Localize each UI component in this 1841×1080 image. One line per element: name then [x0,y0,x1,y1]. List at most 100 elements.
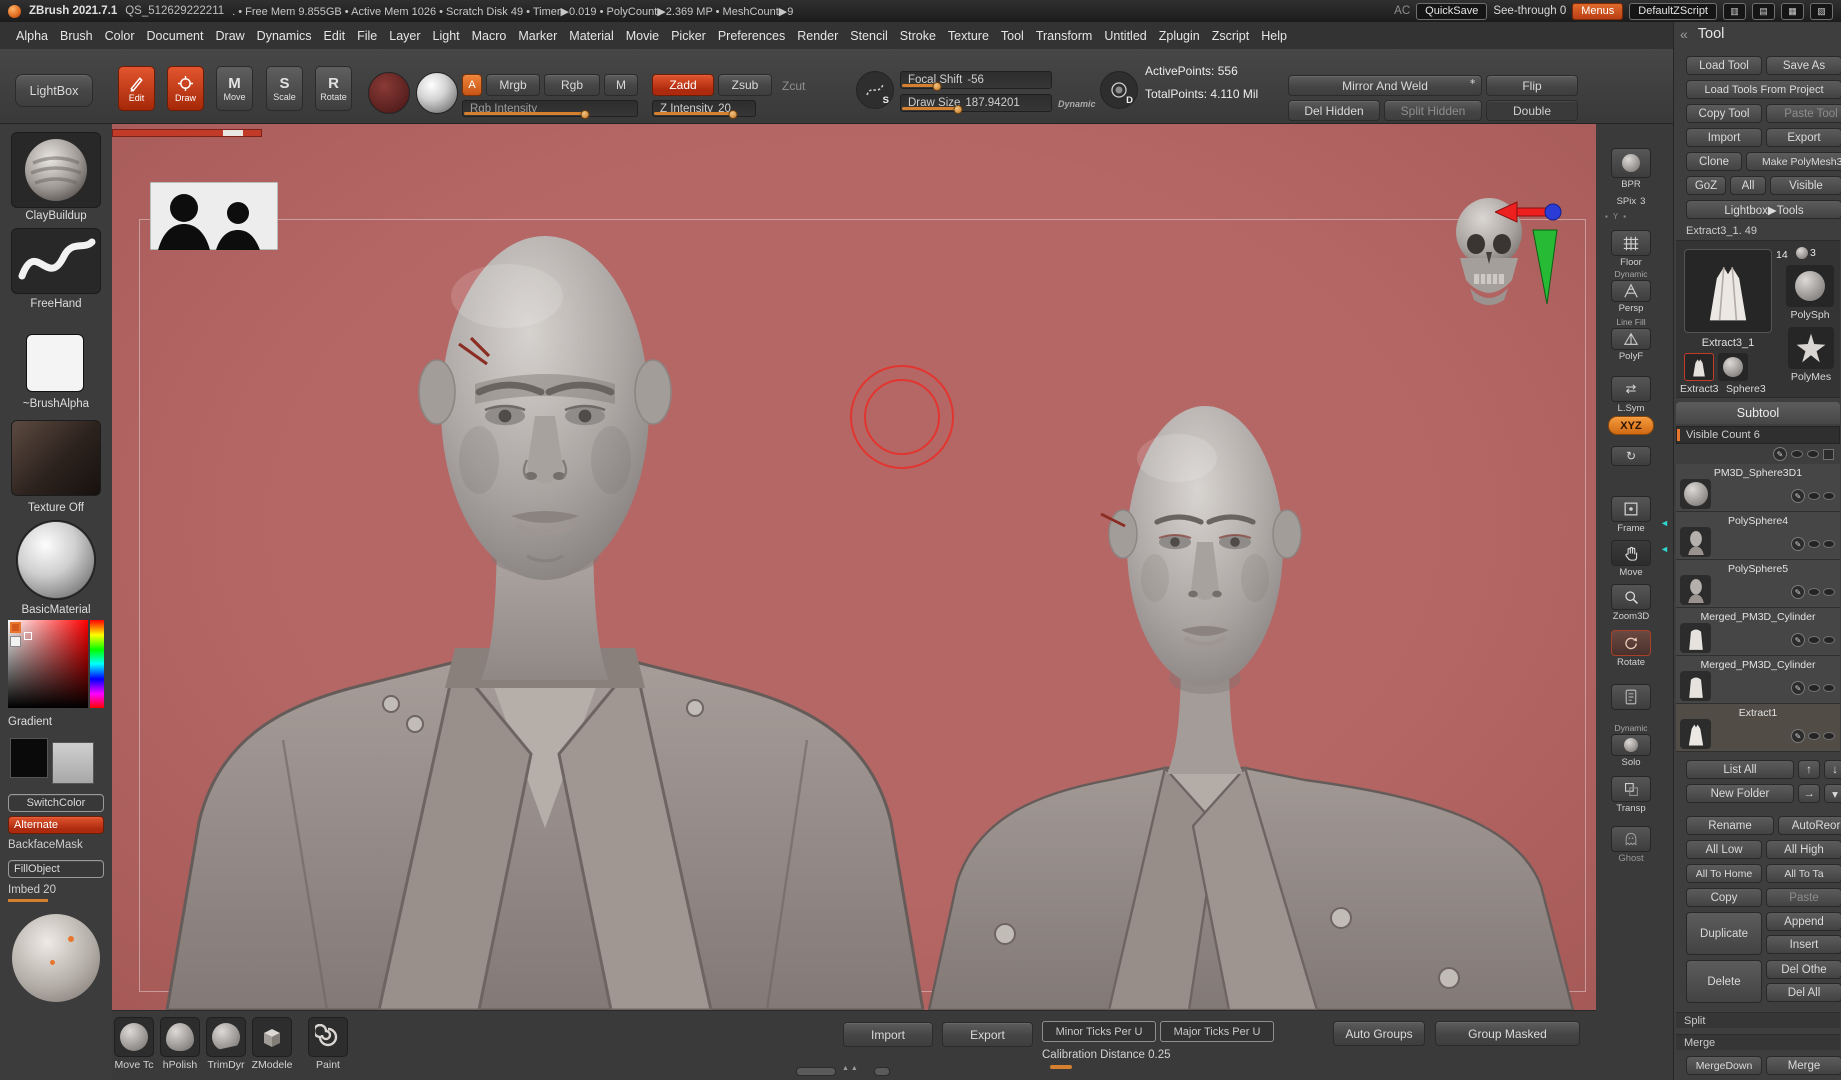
current-color-circle[interactable] [368,72,410,114]
eye2-icon[interactable] [1823,492,1835,500]
brush-thumb-hpolish[interactable] [160,1017,200,1057]
clone-button[interactable]: Clone [1686,152,1742,171]
del-hidden-button[interactable]: Del Hidden [1288,100,1380,121]
timeline-export-button[interactable]: Export [942,1022,1033,1047]
merge-button[interactable]: Merge [1766,1056,1841,1075]
menu-item[interactable]: Texture [942,26,995,46]
zcut-button[interactable]: Zcut [782,79,805,93]
solo-button[interactable]: Dynamic Solo [1605,724,1657,768]
menu-item[interactable]: Dynamics [251,26,318,46]
menu-item[interactable]: Light [427,26,466,46]
lightbox-button[interactable]: LightBox [15,74,93,107]
subtool-row[interactable]: PolySphere4 ✎ [1676,512,1840,560]
menu-item[interactable]: Help [1255,26,1293,46]
load-tools-from-project-button[interactable]: Load Tools From Project [1686,80,1841,99]
menu-item[interactable]: Picker [665,26,712,46]
ghost-button[interactable]: Ghost [1605,826,1657,864]
sculpt-viewport[interactable] [112,124,1596,1010]
subtool-row[interactable]: PM3D_Sphere3D1 ✎ [1676,464,1840,512]
zsub-button[interactable]: Zsub [718,74,772,96]
current-brush-thumbnail[interactable] [11,132,101,208]
menu-item[interactable]: Document [141,26,210,46]
all-to-target-button[interactable]: All To Ta [1766,864,1841,883]
mini-scroll-arrows-icon[interactable]: ▲▲ [842,1065,860,1072]
paint-icon[interactable]: ✎ [1791,681,1805,695]
menu-item[interactable]: Preferences [712,26,791,46]
fill-object-button[interactable]: FillObject [8,860,104,878]
paste-tool-button[interactable]: Paste Tool [1766,104,1841,123]
panel-collapse-icon[interactable]: « [1680,26,1688,42]
eye-icon[interactable] [1808,732,1820,740]
del-all-button[interactable]: Del All [1766,983,1841,1002]
paste-subtool-button[interactable]: Paste [1766,888,1841,907]
paint-icon[interactable]: ✎ [1791,633,1805,647]
mini-scrollbar-right[interactable] [874,1067,890,1076]
layout-preset-2-icon[interactable]: ▤ [1752,3,1775,20]
draw-size-slider[interactable]: Draw Size 187.94201 [900,94,1052,112]
draw-button[interactable]: Draw [167,66,204,111]
xyz-symmetry-button[interactable]: XYZ [1608,416,1654,435]
subtool-row[interactable]: PolySphere5 ✎ [1676,560,1840,608]
color-picker[interactable] [8,620,104,708]
paint-icon[interactable]: ✎ [1791,585,1805,599]
edit-button[interactable]: Edit [118,66,155,111]
z-intensity-slider[interactable]: Z Intensity 20 [652,100,756,117]
secondary-color-swatch[interactable] [52,742,94,784]
quicksave-button[interactable]: QuickSave [1416,3,1487,20]
new-folder-button[interactable]: New Folder [1686,784,1794,803]
main-color-swatch[interactable] [10,738,48,778]
menu-item[interactable]: Zplugin [1153,26,1206,46]
minor-ticks-button[interactable]: Minor Ticks Per U [1042,1021,1156,1042]
paint-icon[interactable]: ✎ [1791,729,1805,743]
copy-subtool-button[interactable]: Copy [1686,888,1762,907]
axis-gizmo[interactable] [1495,172,1565,317]
subtool-row-selected[interactable]: Extract1 ✎ [1676,704,1840,752]
folder-move-button[interactable]: → [1798,784,1820,803]
stroke-picker[interactable]: S [856,71,894,109]
spin-button[interactable]: ↻ [1605,446,1657,466]
m-button[interactable]: M [604,74,638,96]
color-swatch-mini-icon[interactable] [10,622,21,633]
sphere3-thumbnail[interactable] [1718,353,1748,381]
goz-all-button[interactable]: All [1730,176,1766,195]
material-sphere[interactable] [416,72,458,114]
menu-item[interactable]: Layer [383,26,426,46]
eye-icon[interactable] [1808,492,1820,500]
eye-icon[interactable] [1808,540,1820,548]
eye2-icon[interactable] [1823,588,1835,596]
imbed-slider[interactable]: Imbed 20 [8,884,56,896]
layout-preset-3-icon[interactable]: ▦ [1781,3,1804,20]
split-section-label[interactable]: Split [1676,1012,1840,1028]
menu-item[interactable]: Stencil [844,26,894,46]
spix-slider[interactable]: SPix 3 [1605,196,1657,207]
alternate-button[interactable]: Alternate [8,816,104,834]
transp-button[interactable]: Transp [1605,776,1657,814]
alpha-picker[interactable]: D [1100,71,1138,109]
menus-button[interactable]: Menus [1572,3,1623,20]
copy-tool-button[interactable]: Copy Tool [1686,104,1762,123]
picker-sphere[interactable] [12,914,100,1002]
menu-item[interactable]: Material [563,26,619,46]
rotate-viewport-button[interactable]: Rotate [1605,630,1657,668]
master-eye-icon[interactable] [1791,450,1803,458]
brush-thumb-move[interactable] [114,1017,154,1057]
saturation-square[interactable] [8,620,88,708]
local-symmetry-button[interactable]: ⇄ L.Sym [1605,376,1657,414]
rename-button[interactable]: Rename [1686,816,1774,835]
subtool-master-icons[interactable]: ✎ [1676,446,1840,462]
menu-item[interactable]: Brush [54,26,99,46]
eye-icon[interactable] [1808,636,1820,644]
make-polymesh3d-button[interactable]: Make PolyMesh3D [1746,152,1841,171]
timeline-import-button[interactable]: Import [843,1022,933,1047]
master-frame-icon[interactable] [1823,449,1834,460]
extract3-thumbnail[interactable] [1684,353,1714,381]
hue-strip[interactable] [90,620,104,708]
menu-item[interactable]: Draw [210,26,251,46]
menu-item[interactable]: Color [99,26,141,46]
focal-shift-knob[interactable] [933,82,942,91]
current-stroke-thumbnail[interactable] [11,228,101,294]
master-paint-icon[interactable]: ✎ [1773,447,1787,461]
save-as-button[interactable]: Save As [1766,56,1841,75]
group-masked-button[interactable]: Group Masked [1435,1021,1580,1046]
eye2-icon[interactable] [1823,540,1835,548]
